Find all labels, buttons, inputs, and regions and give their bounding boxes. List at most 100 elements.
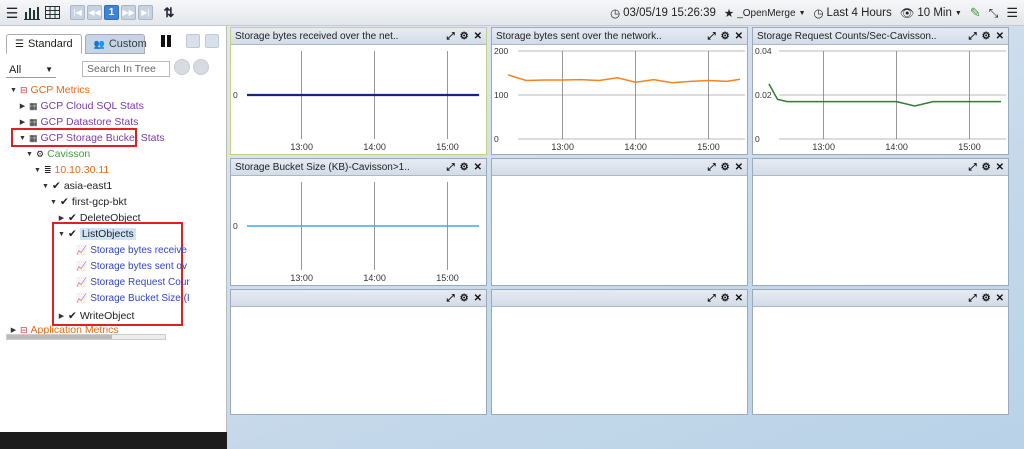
chart-panel[interactable]: Storage bytes sent over the network.. ⤢ ⚙ ✕… [491,27,748,155]
close-icon[interactable]: ✕ [474,162,482,173]
x-tick-label: 14:00 [363,142,386,152]
check-icon: ✔ [60,196,69,208]
remove-icon[interactable] [205,34,219,48]
y-tick-label: 0 [494,134,499,144]
sidebar-footer [0,432,227,449]
caret-right-icon: ▶ [58,313,65,320]
close-icon[interactable]: ✕ [735,162,743,173]
close-icon[interactable]: ✕ [735,31,743,42]
sort-icon[interactable]: ⇅ [161,5,177,21]
tree-node-write-object[interactable]: ▶ ✔ WriteObject [58,309,135,323]
close-icon[interactable]: ✕ [474,293,482,304]
x-tick-label: 13:00 [812,142,835,152]
gear-icon[interactable]: ⚙ [721,31,730,42]
scrollbar-thumb[interactable] [7,335,112,339]
gear-icon[interactable]: ⚙ [460,293,469,304]
maximize-icon[interactable]: ⤢ [447,162,455,173]
tree-leaf-metric[interactable]: 📈 Storage bytes sent ov [76,259,187,273]
gear-icon[interactable]: ⚙ [982,162,991,173]
tree-label: Cavisson [47,148,91,160]
prev-page-icon[interactable]: ◀◀ [87,5,102,20]
check-icon: ✔ [52,180,61,192]
chart-panel[interactable]: ⤢ ⚙ ✕ [491,289,748,415]
chart-panel[interactable]: ⤢ ⚙ ✕ [230,289,487,415]
tree-node-datastore[interactable]: ▶ ▦ GCP Datastore Stats [19,115,139,129]
gear-icon[interactable]: ⚙ [982,293,991,304]
tree-leaf-metric[interactable]: 📈 Storage bytes receive [76,243,187,257]
tree-node-cavisson[interactable]: ▼ ⚙ Cavisson [26,147,90,161]
maximize-icon[interactable]: ⤢ [447,293,455,304]
tab-custom[interactable]: 👥 Custom [84,34,147,54]
filter-value: All [9,63,22,76]
interval-dropdown[interactable]: 👁 10 Min ▼ [900,6,962,20]
tree-leaf-metric[interactable]: 📈 Storage Request Cour [76,275,190,289]
gear-icon[interactable]: ⚙ [460,31,469,42]
tree-leaf-metric[interactable]: 📈 Storage Bucket Size (I [76,291,190,305]
panel-header: Storage bytes sent over the network.. ⤢ ⚙ ✕ [492,28,747,45]
pause-icon[interactable] [161,35,172,47]
interval-text: 10 Min [917,7,952,19]
maximize-icon[interactable]: ⤢ [969,31,977,42]
close-icon[interactable]: ✕ [996,31,1004,42]
chart-panel[interactable]: ⤢ ⚙ ✕ [491,158,748,286]
gear-icon[interactable]: ⚙ [721,293,730,304]
search-tree-input[interactable]: Search In Tree [82,61,170,77]
tree-node-cloud-sql[interactable]: ▶ ▦ GCP Cloud SQL Stats [19,99,144,113]
add-icon[interactable] [186,34,200,48]
gear-icon[interactable]: ⚙ [460,162,469,173]
caret-down-icon: ▼ [10,86,17,94]
close-icon[interactable]: ✕ [735,293,743,304]
tree-node-bucket[interactable]: ▼ ✔ first-gcp-bkt [50,195,127,209]
menu-icon[interactable]: ☰ [4,5,20,21]
close-icon[interactable]: ✕ [474,31,482,42]
tree-label: Storage bytes sent ov [90,260,187,272]
series-line [507,74,741,84]
pin-icon[interactable]: ✎ [970,5,981,21]
line-chart: 13:00 14:00 15:00 0.04 0.02 0 [755,46,1006,152]
chevron-down-icon: ▼ [45,65,53,74]
close-icon[interactable]: ✕ [996,162,1004,173]
tree-node-list-objects[interactable]: ▼ ✔ ListObjects [58,227,136,241]
search-button[interactable] [174,59,190,75]
gear-icon[interactable]: ⚙ [721,162,730,173]
tree-node-region[interactable]: ▼ ✔ asia-east1 [42,179,112,193]
maximize-icon[interactable]: ⤢ [708,31,716,42]
chart-panel[interactable]: Storage Bucket Size (KB)-Cavisson>1.. ⤢ ⚙ ✕… [230,158,487,286]
chart-panel[interactable]: ⤢ ⚙ ✕ [752,289,1009,415]
filter-select[interactable]: All ▼ [6,62,56,78]
last-page-icon[interactable]: ▶| [138,5,153,20]
page-number-button[interactable]: 1 [104,5,119,20]
duration-selector[interactable]: ◷ Last 4 Hours [814,6,892,20]
maximize-icon[interactable]: ⤢ [708,293,716,304]
table-icon[interactable] [44,5,60,21]
tree-node-gcp-metrics[interactable]: ▼ ⊟ GCP Metrics [10,83,90,97]
next-page-icon[interactable]: ▶▶ [121,5,136,20]
tree-node-ip[interactable]: ▼ ≣ 10.10.30.11 [34,163,109,177]
first-page-icon[interactable]: |◀ [70,5,85,20]
list-icon[interactable]: ☰ [1006,5,1018,21]
maximize-icon[interactable]: ⤢ [708,162,716,173]
caret-down-icon: ▼ [26,150,33,158]
maximize-icon[interactable]: ⤢ [447,31,455,42]
bar-chart-icon[interactable] [24,5,40,21]
gear-icon[interactable]: ⚙ [982,31,991,42]
close-icon[interactable]: ✕ [996,293,1004,304]
chart-panel[interactable]: Storage Request Counts/Sec-Cavisson.. ⤢ ⚙ ✕… [752,27,1009,155]
tree-label: GCP Cloud SQL Stats [40,100,144,112]
maximize-icon[interactable]: ⤢ [969,293,977,304]
list-icon: ☰ [15,38,24,50]
tab-standard[interactable]: ☰ Standard [6,34,82,54]
favorite-dropdown[interactable]: ★ _OpenMerge ▼ [724,6,806,21]
horizontal-scrollbar[interactable] [6,334,166,340]
datetime-display[interactable]: ◷ 03/05/19 15:26:39 [610,6,716,20]
panel-header: ⤢ ⚙ ✕ [753,290,1008,307]
y-tick-label: 0.02 [755,90,772,100]
expand-icon[interactable]: ⤡ [989,6,999,21]
chevron-down-icon: ▼ [954,9,962,17]
chart-panel[interactable]: ⤢ ⚙ ✕ [752,158,1009,286]
chart-panel[interactable]: Storage bytes received over the net.. ⤢ ⚙ ✕… [230,27,487,155]
panel-title: Storage bytes sent over the network.. [496,30,662,42]
maximize-icon[interactable]: ⤢ [969,162,977,173]
clear-button[interactable] [193,59,209,75]
tree-label: asia-east1 [63,180,113,192]
